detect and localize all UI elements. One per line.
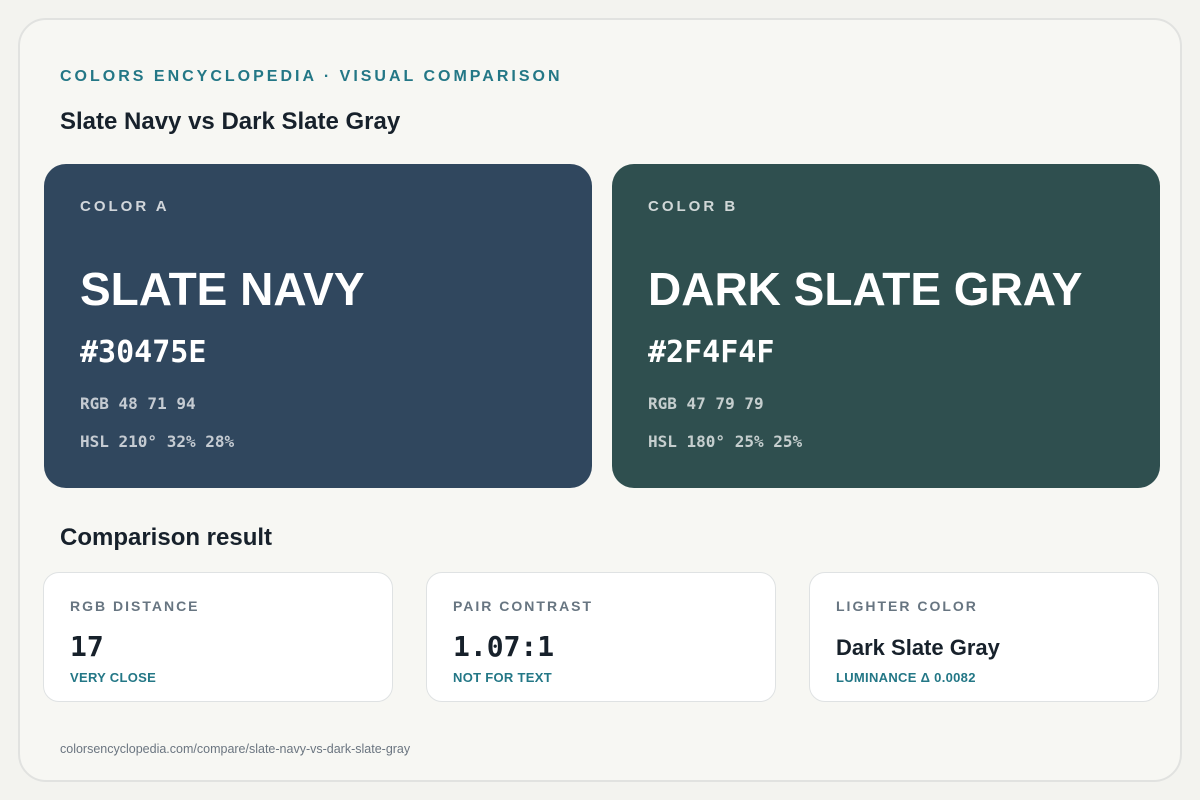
color-b-label: COLOR B <box>648 198 739 215</box>
color-b-hsl: HSL 180° 25% 25% <box>648 432 803 451</box>
color-b-rgb: RGB 47 79 79 <box>648 394 764 413</box>
color-b-hex: #2F4F4F <box>648 335 775 370</box>
stat-card-rgb-distance: RGB DISTANCE 17 VERY CLOSE <box>43 572 393 702</box>
page-title: Slate Navy vs Dark Slate Gray <box>60 108 401 135</box>
comparison-card: COLORS ENCYCLOPEDIA · VISUAL COMPARISON … <box>18 18 1182 782</box>
stat-card-pair-contrast: PAIR CONTRAST 1.07:1 NOT FOR TEXT <box>426 572 776 702</box>
stat-value: 17 <box>70 630 104 663</box>
color-a-swatch: COLOR A SLATE NAVY #30475E RGB 48 71 94 … <box>44 164 592 488</box>
color-b-swatch: COLOR B DARK SLATE GRAY #2F4F4F RGB 47 7… <box>612 164 1160 488</box>
stat-note: NOT FOR TEXT <box>453 670 552 685</box>
color-a-hex: #30475E <box>80 335 207 370</box>
stat-label: LIGHTER COLOR <box>836 598 978 614</box>
stat-value: 1.07:1 <box>453 630 555 663</box>
color-a-label: COLOR A <box>80 198 170 215</box>
stat-note: VERY CLOSE <box>70 670 157 685</box>
stat-value: Dark Slate Gray <box>836 635 1000 660</box>
color-b-name: DARK SLATE GRAY <box>648 263 1083 315</box>
color-a-rgb: RGB 48 71 94 <box>80 394 196 413</box>
stat-card-lighter-color: LIGHTER COLOR Dark Slate Gray LUMINANCE … <box>809 572 1159 702</box>
footer-url[interactable]: colorsencyclopedia.com/compare/slate-nav… <box>60 742 410 756</box>
site-eyebrow: COLORS ENCYCLOPEDIA · VISUAL COMPARISON <box>60 68 563 85</box>
stat-label: PAIR CONTRAST <box>453 598 594 614</box>
stat-label: RGB DISTANCE <box>70 598 200 614</box>
stat-note: LUMINANCE Δ 0.0082 <box>836 670 976 685</box>
color-a-name: SLATE NAVY <box>80 263 365 315</box>
color-a-hsl: HSL 210° 32% 28% <box>80 432 235 451</box>
comparison-title: Comparison result <box>60 524 273 551</box>
